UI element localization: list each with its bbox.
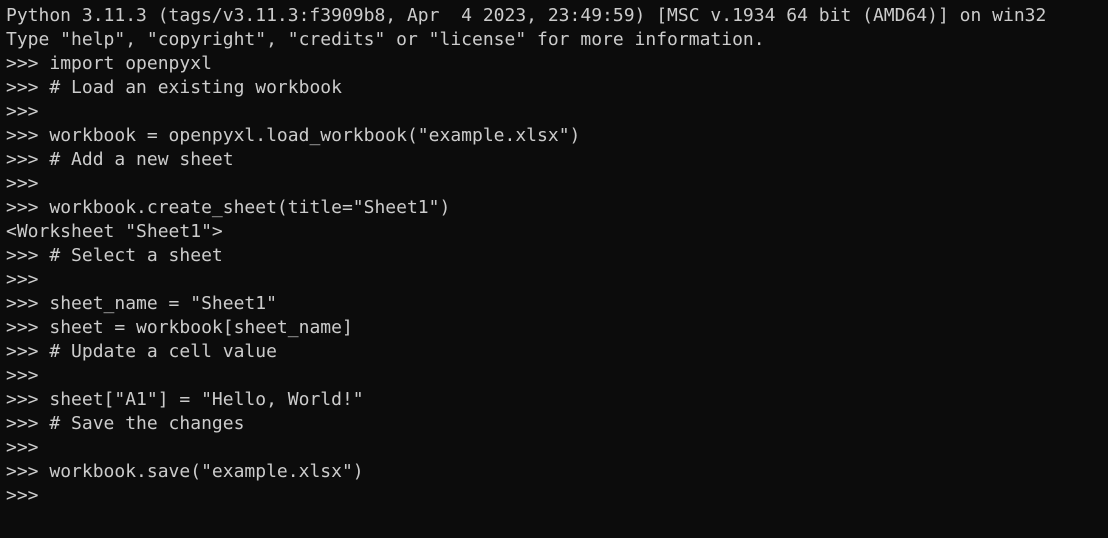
- prompt: >>>: [6, 317, 39, 338]
- prompt: >>>: [6, 413, 39, 434]
- prompt: >>>: [6, 389, 39, 410]
- input-line: >>> # Select a sheet: [6, 244, 1108, 268]
- input-line: >>> sheet["A1"] = "Hello, World!": [6, 388, 1108, 412]
- prompt: >>>: [6, 365, 39, 386]
- prompt: >>>: [6, 101, 39, 122]
- command-text: workbook.create_sheet(title="Sheet1"): [38, 197, 451, 218]
- prompt: >>>: [6, 149, 39, 170]
- output-line: Type "help", "copyright", "credits" or "…: [6, 28, 1108, 52]
- terminal-window[interactable]: Python 3.11.3 (tags/v3.11.3:f3909b8, Apr…: [0, 0, 1108, 538]
- input-line: >>>: [6, 100, 1108, 124]
- command-text: import openpyxl: [38, 53, 212, 74]
- input-line: >>> sheet_name = "Sheet1": [6, 292, 1108, 316]
- input-line: >>>: [6, 484, 1108, 508]
- command-text: sheet = workbook[sheet_name]: [38, 317, 353, 338]
- command-text: # Select a sheet: [38, 245, 223, 266]
- output-text: Type "help", "copyright", "credits" or "…: [6, 29, 765, 50]
- prompt: >>>: [6, 269, 39, 290]
- output-line: <Worksheet "Sheet1">: [6, 220, 1108, 244]
- terminal-output: Python 3.11.3 (tags/v3.11.3:f3909b8, Apr…: [6, 4, 1108, 508]
- input-line: >>>: [6, 268, 1108, 292]
- prompt: >>>: [6, 437, 39, 458]
- input-line: >>> workbook.create_sheet(title="Sheet1"…: [6, 196, 1108, 220]
- command-text: workbook.save("example.xlsx"): [38, 461, 364, 482]
- output-text: Python 3.11.3 (tags/v3.11.3:f3909b8, Apr…: [6, 5, 1047, 26]
- prompt: >>>: [6, 53, 39, 74]
- prompt: >>>: [6, 173, 39, 194]
- command-text: # Save the changes: [38, 413, 245, 434]
- input-line: >>>: [6, 364, 1108, 388]
- input-line: >>> # Save the changes: [6, 412, 1108, 436]
- prompt: >>>: [6, 293, 39, 314]
- command-text: # Add a new sheet: [38, 149, 234, 170]
- prompt: >>>: [6, 341, 39, 362]
- input-line: >>> workbook.save("example.xlsx"): [6, 460, 1108, 484]
- input-line: >>>: [6, 436, 1108, 460]
- prompt: >>>: [6, 461, 39, 482]
- prompt: >>>: [6, 485, 39, 506]
- command-text: sheet_name = "Sheet1": [38, 293, 277, 314]
- input-line: >>> # Add a new sheet: [6, 148, 1108, 172]
- command-text: sheet["A1"] = "Hello, World!": [38, 389, 364, 410]
- input-line: >>> workbook = openpyxl.load_workbook("e…: [6, 124, 1108, 148]
- input-line: >>> sheet = workbook[sheet_name]: [6, 316, 1108, 340]
- prompt: >>>: [6, 197, 39, 218]
- prompt: >>>: [6, 125, 39, 146]
- input-line: >>>: [6, 172, 1108, 196]
- command-text: workbook = openpyxl.load_workbook("examp…: [38, 125, 581, 146]
- input-line: >>> # Load an existing workbook: [6, 76, 1108, 100]
- command-text: # Load an existing workbook: [38, 77, 342, 98]
- prompt: >>>: [6, 245, 39, 266]
- input-line: >>> import openpyxl: [6, 52, 1108, 76]
- prompt: >>>: [6, 77, 39, 98]
- command-text: # Update a cell value: [38, 341, 277, 362]
- input-line: >>> # Update a cell value: [6, 340, 1108, 364]
- output-text: <Worksheet "Sheet1">: [6, 221, 223, 242]
- output-line: Python 3.11.3 (tags/v3.11.3:f3909b8, Apr…: [6, 4, 1108, 28]
